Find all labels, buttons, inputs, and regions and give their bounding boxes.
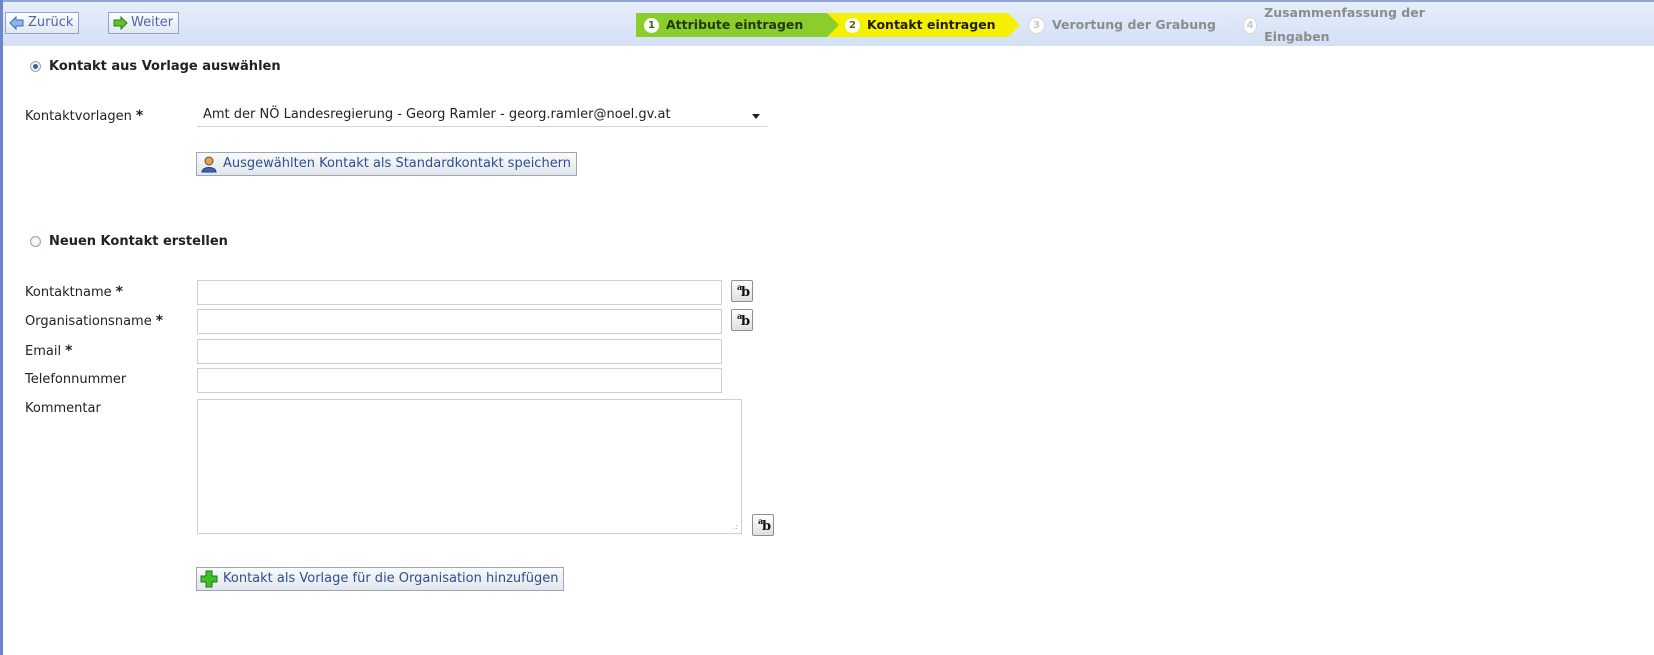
step-arrow <box>1008 13 1020 37</box>
required-marker: * <box>155 313 164 329</box>
wizard-step-4[interactable]: 4 Zusammenfassung der Eingaben <box>1233 5 1463 44</box>
contact-template-select[interactable]: Amt der NÖ Landesregierung - Georg Ramle… <box>197 103 767 127</box>
field-label-text: Kommentar <box>25 401 101 416</box>
kommentar-label: Kommentar <box>25 401 101 416</box>
step-label: Verortung der Grabung <box>1052 17 1216 32</box>
wizard-step-3[interactable]: 3 Verortung der Grabung <box>1008 13 1235 37</box>
field-label-text: Organisationsname <box>25 314 152 329</box>
forward-button[interactable]: Weiter <box>108 12 180 34</box>
step-label: Zusammenfassung der Eingaben <box>1264 5 1425 44</box>
back-button[interactable]: Zurück <box>5 12 80 34</box>
telefonnummer-input[interactable] <box>197 368 722 393</box>
step-label: Attribute eintragen <box>666 17 804 32</box>
required-marker: * <box>65 343 73 359</box>
wizard-steps: 1 Attribute eintragen 2 Kontakt eintrage… <box>636 5 1463 44</box>
add-template-label: Kontakt als Vorlage für die Organisation… <box>223 571 559 586</box>
step-number: 4 <box>1243 16 1258 34</box>
arrow-left-icon <box>9 16 24 30</box>
save-default-contact-button[interactable]: Ausgewählten Kontakt als Standardkontakt… <box>196 152 578 176</box>
select-value: Amt der NÖ Landesregierung - Georg Ramle… <box>203 107 671 122</box>
kontaktname-label: Kontaktname * <box>25 284 123 300</box>
add-template-button[interactable]: Kontakt als Vorlage für die Organisation… <box>196 567 565 591</box>
spellcheck-button[interactable]: ab <box>731 280 753 302</box>
radio-button[interactable] <box>30 236 41 247</box>
save-default-label: Ausgewählten Kontakt als Standardkontakt… <box>223 156 572 171</box>
step-number: 2 <box>845 17 860 33</box>
plus-icon <box>200 570 218 588</box>
radio-button[interactable] <box>30 61 41 72</box>
organisationsname-input[interactable] <box>197 309 722 334</box>
spellcheck-button[interactable]: ab <box>731 309 753 331</box>
email-label: Email * <box>25 343 72 359</box>
email-input[interactable] <box>197 339 722 364</box>
field-label-text: Kontaktvorlagen <box>25 109 132 124</box>
user-icon <box>201 156 217 173</box>
arrow-right-icon <box>113 16 128 30</box>
radio-template-contact[interactable]: Kontakt aus Vorlage auswählen <box>30 59 281 74</box>
field-label-text: Email <box>25 344 62 359</box>
spellcheck-button[interactable]: ab <box>752 514 774 536</box>
radio-new-contact[interactable]: Neuen Kontakt erstellen <box>30 234 228 249</box>
step-number: 3 <box>1028 16 1045 34</box>
back-label: Zurück <box>28 15 74 30</box>
required-marker: * <box>135 108 144 124</box>
kontaktname-input[interactable] <box>197 280 722 305</box>
wizard-step-1[interactable]: 1 Attribute eintragen <box>636 13 839 37</box>
chevron-down-icon <box>752 114 760 119</box>
step-label: Kontakt eintragen <box>867 17 996 32</box>
required-marker: * <box>115 284 123 300</box>
forward-label: Weiter <box>131 15 174 30</box>
step-number: 1 <box>644 17 659 33</box>
step-arrow <box>827 13 839 37</box>
kontaktvorlagen-label: Kontaktvorlagen * <box>25 108 143 124</box>
field-label-text: Kontaktname <box>25 285 112 300</box>
kommentar-textarea[interactable]: .: <box>197 399 742 534</box>
wizard-toolbar: Zurück Weiter 1 Attribute eintragen 2 Ko… <box>3 0 1654 46</box>
resize-grip-icon[interactable]: .: <box>733 523 738 531</box>
organisationsname-label: Organisationsname * <box>25 313 163 329</box>
radio-new-label: Neuen Kontakt erstellen <box>49 234 228 249</box>
wizard-step-2[interactable]: 2 Kontakt eintragen <box>827 13 1020 37</box>
field-label-text: Telefonnummer <box>25 372 127 387</box>
radio-template-label: Kontakt aus Vorlage auswählen <box>49 59 281 74</box>
telefonnummer-label: Telefonnummer <box>25 372 126 387</box>
